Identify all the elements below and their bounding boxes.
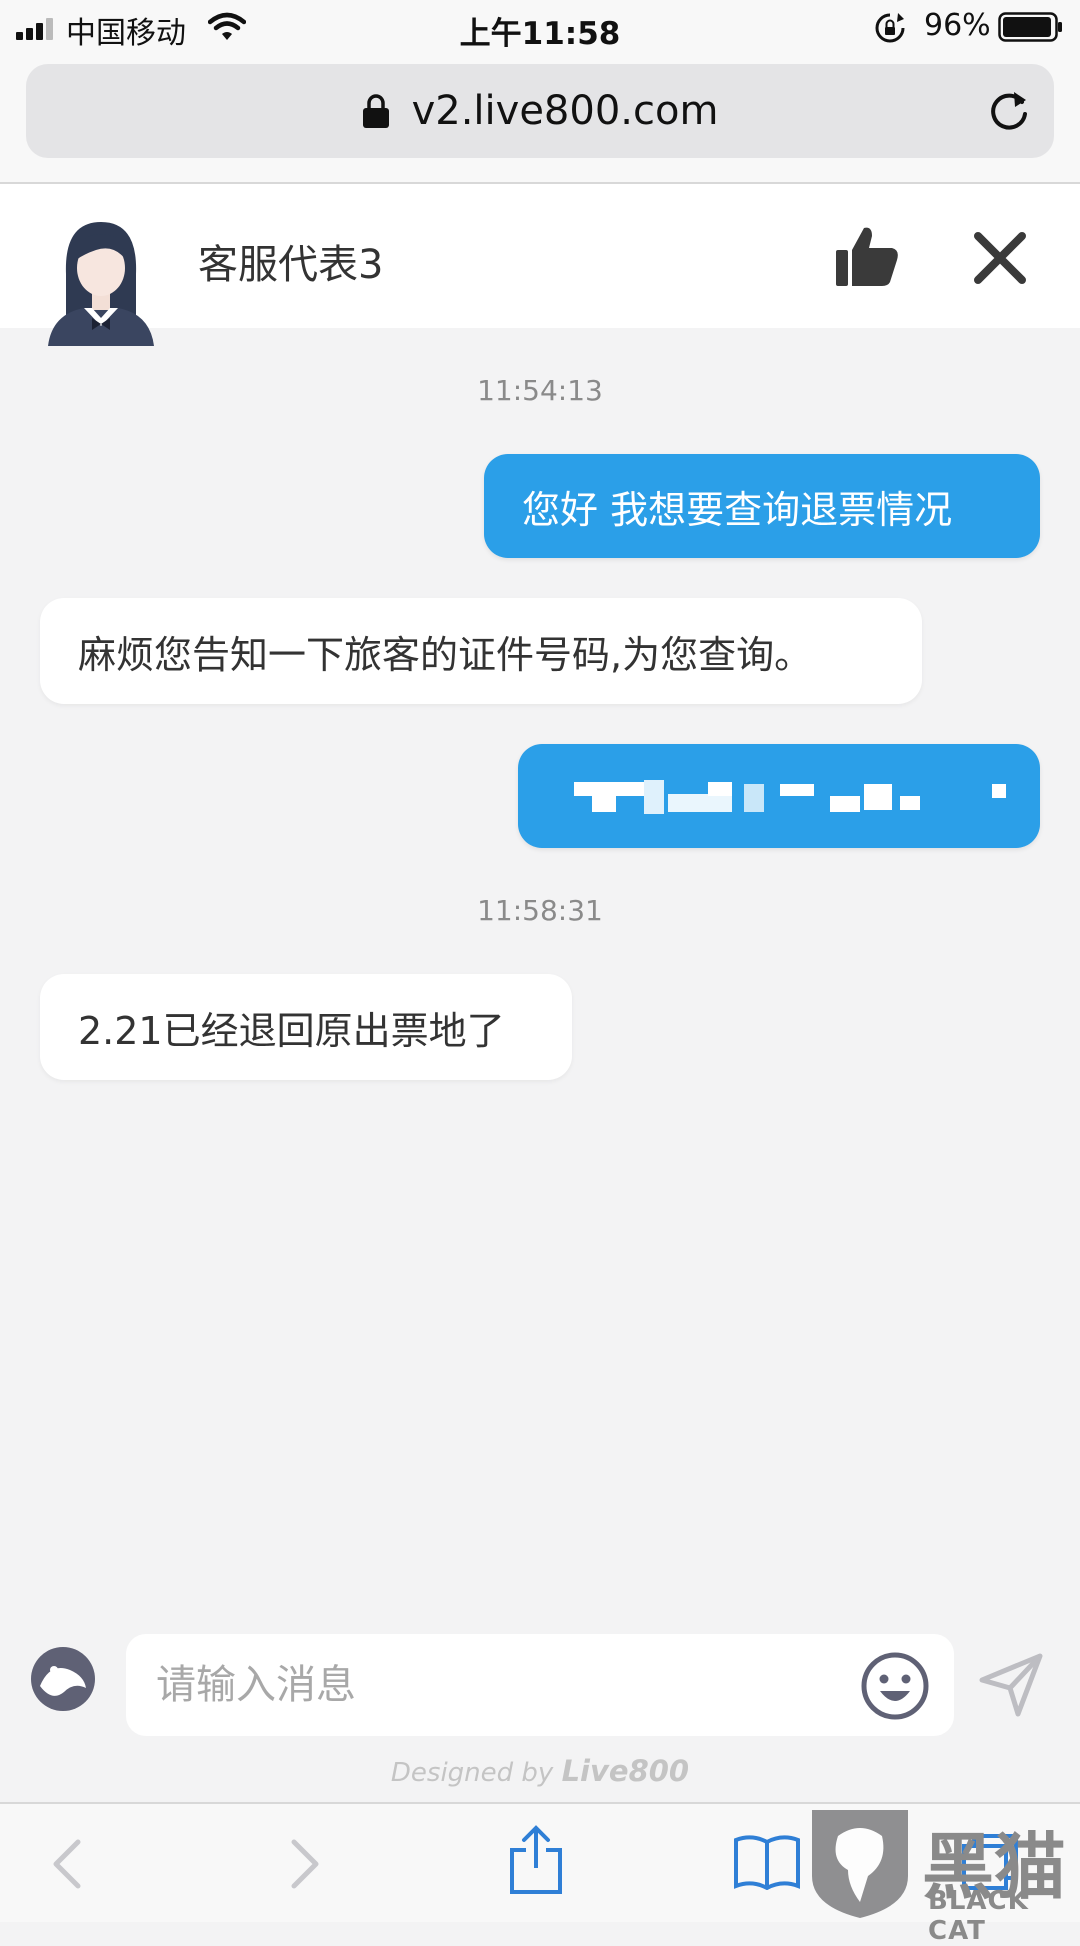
avatar xyxy=(48,222,154,346)
bookmarks-icon[interactable] xyxy=(732,1834,802,1890)
designed-by-footer: Designed by Live800 xyxy=(0,1754,1080,1788)
agent-name: 客服代表3 xyxy=(198,242,384,288)
back-icon[interactable] xyxy=(50,1838,82,1890)
message-timestamp: 11:58:31 xyxy=(477,894,603,927)
send-icon[interactable] xyxy=(978,1652,1044,1718)
status-time: 上午11:58 xyxy=(459,16,621,52)
incoming-message: 麻烦您告知一下旅客的证件号码,为您查询。 xyxy=(40,598,922,704)
outgoing-message-redacted xyxy=(518,744,1040,848)
designed-by-text: Designed by xyxy=(390,1758,554,1788)
forward-icon[interactable] xyxy=(290,1838,322,1890)
battery-icon xyxy=(998,12,1062,42)
share-icon[interactable] xyxy=(508,1824,564,1896)
watermark-en: BLACK CAT xyxy=(928,1886,1029,1946)
lock-icon xyxy=(362,94,389,128)
message-input[interactable] xyxy=(126,1634,954,1736)
message-text: 2.21已经退回原出票地了 xyxy=(78,1008,505,1053)
thumbs-up-icon[interactable] xyxy=(834,224,900,288)
url-text: v2.live800.com xyxy=(411,88,719,134)
status-bar: 中国移动 上午11:58 96% xyxy=(0,0,1080,54)
browser-url-area: v2.live800.com xyxy=(0,54,1080,184)
close-icon[interactable] xyxy=(972,230,1028,286)
smiley-icon[interactable] xyxy=(860,1651,930,1721)
message-text: 麻烦您告知一下旅客的证件号码,为您查询。 xyxy=(78,632,813,677)
outgoing-message: 您好 我想要查询退票情况 xyxy=(484,454,1040,558)
rotation-lock-icon xyxy=(875,13,905,43)
theme-icon[interactable] xyxy=(28,1644,98,1714)
battery-percent: 96% xyxy=(924,8,991,43)
reload-icon[interactable] xyxy=(986,88,1032,134)
message-text: 您好 我想要查询退票情况 xyxy=(522,487,953,532)
brand-logo[interactable]: Live800 xyxy=(562,1754,690,1788)
incoming-message: 2.21已经退回原出票地了 xyxy=(40,974,572,1080)
address-bar[interactable]: v2.live800.com xyxy=(26,64,1054,158)
chat-header: 客服代表3 xyxy=(0,184,1080,346)
message-timestamp: 11:54:13 xyxy=(477,374,603,407)
